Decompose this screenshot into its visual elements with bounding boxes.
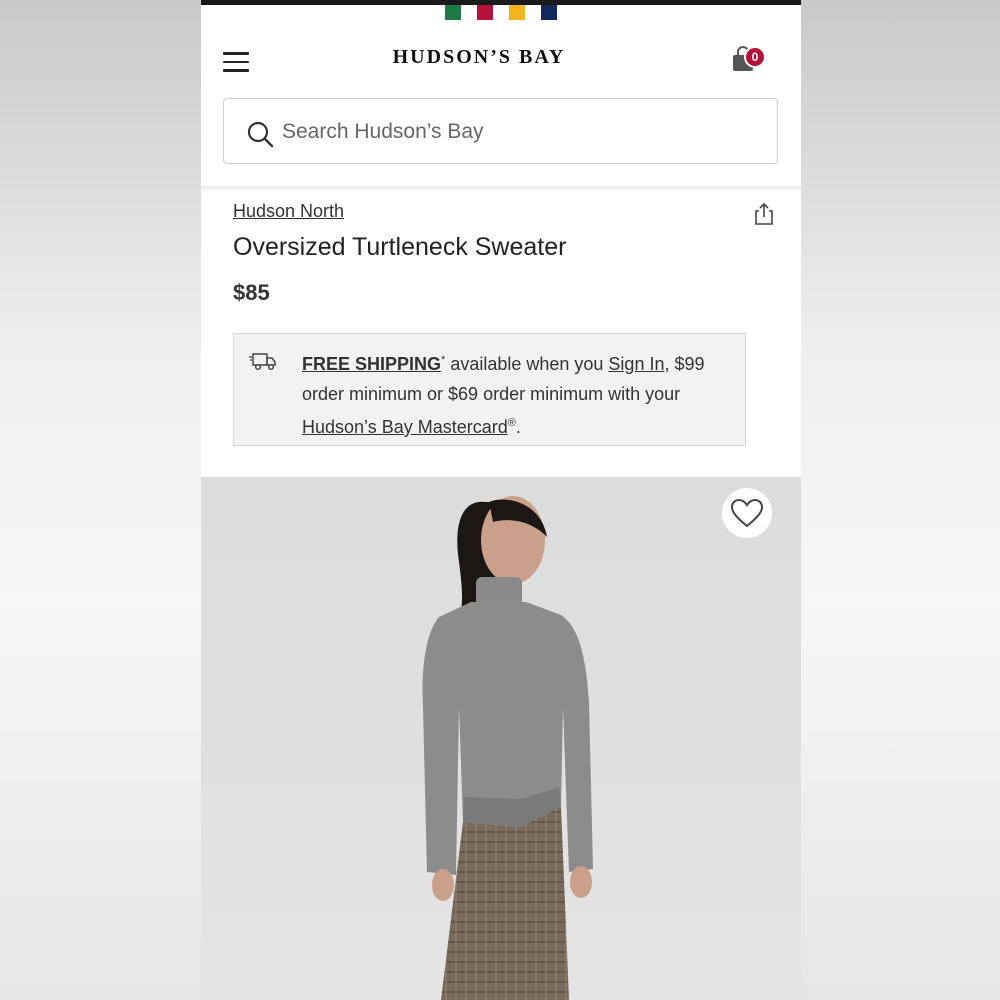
site-header: HUDSON’S BAY 0 [201, 20, 801, 90]
stripe-yellow [509, 5, 525, 20]
search-icon [247, 121, 274, 148]
mastercard-link[interactable]: Hudson’s Bay Mastercard [302, 417, 508, 437]
share-icon[interactable] [753, 202, 775, 226]
product-image[interactable] [201, 477, 801, 1000]
stripe-navy [541, 5, 557, 20]
sign-in-link[interactable]: Sign In [608, 354, 664, 374]
favorite-button[interactable] [722, 488, 772, 538]
free-shipping-link[interactable]: FREE SHIPPING [302, 354, 441, 374]
shipping-text-end: . [515, 417, 521, 437]
registered-mark: ® [507, 417, 516, 429]
shipping-text-1: available when you [445, 354, 609, 374]
cart-count-badge: 0 [744, 46, 766, 68]
stripe-red [477, 5, 493, 20]
header-divider [201, 186, 801, 192]
phone-screen: HUDSON’S BAY 0 Hudson North Oversized Tu… [201, 0, 801, 1000]
search-bar[interactable] [223, 98, 778, 164]
heart-icon [730, 498, 764, 528]
search-input[interactable] [282, 113, 752, 151]
model-photo [422, 496, 593, 1000]
free-shipping-banner: FREE SHIPPING* available when you Sign I… [233, 333, 746, 446]
product-price: $85 [233, 280, 270, 305]
shipping-message: FREE SHIPPING* available when you Sign I… [302, 346, 732, 443]
delivery-truck-icon [249, 353, 276, 371]
product-brand-link[interactable]: Hudson North [233, 201, 344, 222]
brand-logo[interactable]: HUDSON’S BAY [201, 46, 757, 69]
product-title: Oversized Turtleneck Sweater [233, 233, 567, 261]
stripe-green [445, 5, 461, 20]
brand-stripes [445, 5, 557, 20]
